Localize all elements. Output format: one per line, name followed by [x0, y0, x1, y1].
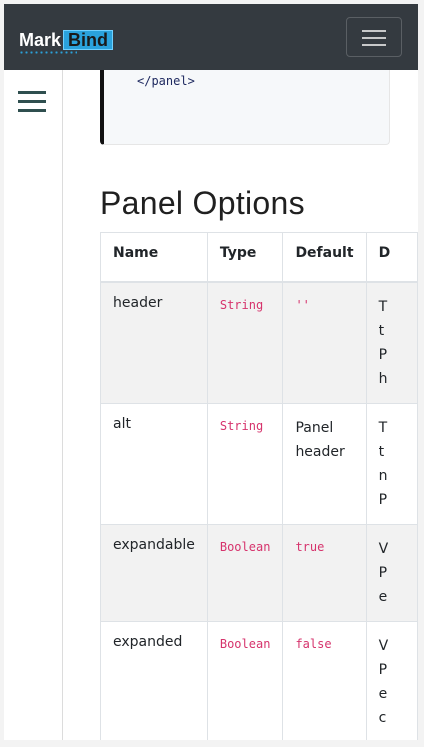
option-type: Boolean	[206, 621, 284, 740]
brand-bind-text: Bind	[63, 30, 114, 50]
panel-options-table: Name Type Default D header String '' T t…	[100, 232, 418, 740]
column-header-default: Default	[282, 232, 367, 283]
table-row: expanded Boolean false V P e c	[100, 621, 418, 740]
option-name: expanded	[100, 621, 208, 740]
table-row: alt String Panel header T t n P	[100, 403, 418, 525]
page-body: </panel> Panel Options Name Type Default…	[4, 70, 418, 740]
option-description: V P e c	[365, 621, 418, 740]
code-line: </panel>	[137, 74, 195, 88]
brand-dots	[19, 51, 77, 54]
option-name: alt	[100, 403, 208, 525]
table-row: header String '' T t P h	[100, 281, 418, 404]
option-type: String	[206, 281, 284, 404]
option-description: T t n P	[365, 403, 418, 525]
option-default: ''	[282, 281, 367, 404]
option-description: V P e	[365, 524, 418, 622]
page-title: Panel Options	[100, 185, 305, 221]
site-nav-toggle-icon[interactable]	[18, 91, 46, 113]
option-type: String	[206, 403, 284, 525]
column-header-description: D	[365, 232, 418, 283]
navbar: Mark Bind	[4, 4, 418, 70]
option-default: true	[282, 524, 367, 622]
code-block: </panel>	[100, 70, 390, 145]
option-description: T t P h	[365, 281, 418, 404]
table-row: expandable Boolean true V P e	[100, 524, 418, 622]
main-content: </panel> Panel Options Name Type Default…	[64, 70, 418, 740]
brand-mark-text: Mark	[19, 30, 62, 50]
site-nav-column	[4, 70, 63, 740]
option-name: header	[100, 281, 208, 404]
markbind-logo[interactable]: Mark Bind	[19, 30, 114, 54]
table-header-row: Name Type Default D	[100, 232, 418, 283]
menu-icon	[362, 30, 386, 32]
navbar-toggle-button[interactable]	[346, 17, 402, 57]
option-default: Panel header	[282, 403, 367, 525]
column-header-name: Name	[100, 232, 208, 283]
option-default: false	[282, 621, 367, 740]
option-name: expandable	[100, 524, 208, 622]
column-header-type: Type	[206, 232, 284, 283]
option-type: Boolean	[206, 524, 284, 622]
